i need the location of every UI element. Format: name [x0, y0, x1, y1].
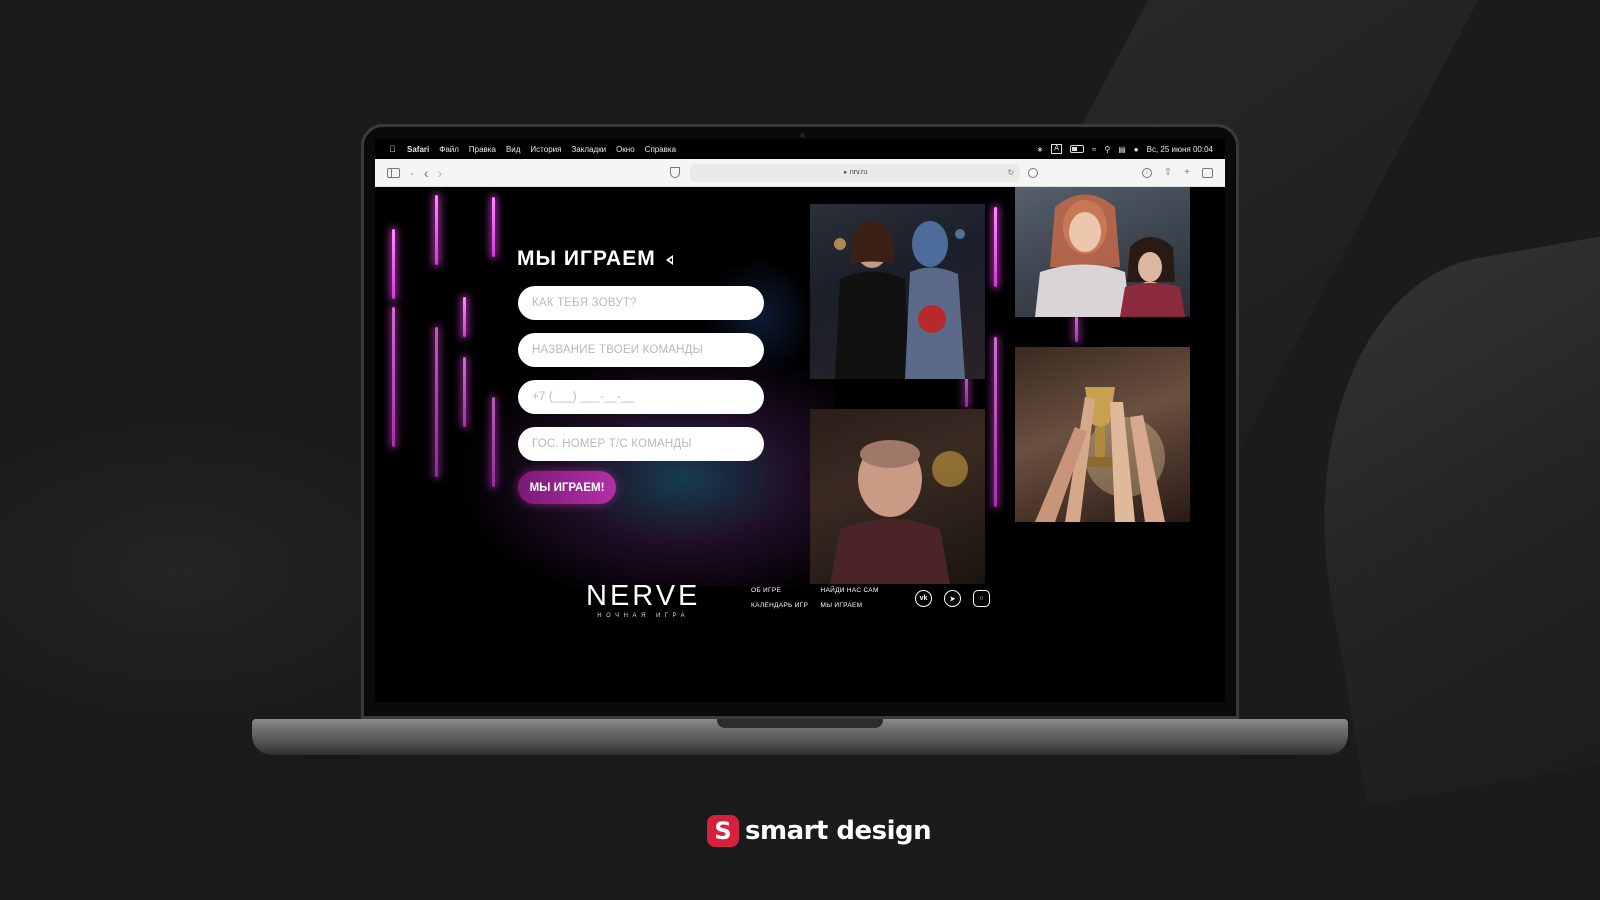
lock-icon: ●	[843, 169, 847, 176]
control-center-icon[interactable]: ▤	[1118, 145, 1126, 154]
bluetooth-icon[interactable]: ∗	[1037, 145, 1044, 154]
wifi-icon[interactable]: ≈	[1092, 145, 1096, 154]
neon-line	[965, 377, 968, 407]
vk-icon[interactable]: vk	[915, 590, 932, 607]
photo-smiling-man	[810, 409, 985, 584]
share-icon[interactable]: ⇧	[1164, 167, 1172, 178]
smart-design-icon: S	[707, 815, 739, 847]
instagram-icon[interactable]: ○	[973, 590, 990, 607]
laptop-base	[252, 719, 1348, 759]
chevron-down-icon[interactable]: ⌄	[409, 169, 415, 177]
neon-line	[994, 337, 997, 507]
photo-costume-players	[810, 204, 985, 379]
neon-line	[435, 327, 438, 477]
laptop-lid:  Safari Файл Правка Вид История Закладк…	[361, 124, 1239, 719]
logo-wordmark: NERVE	[586, 580, 701, 612]
neon-line	[492, 397, 495, 487]
brand-name: smart design	[745, 816, 932, 846]
menu-help[interactable]: Справка	[645, 145, 676, 154]
neon-line	[463, 357, 466, 427]
footer-link-about[interactable]: ОБ ИГРЕ	[751, 587, 810, 594]
menu-app-safari[interactable]: Safari	[407, 145, 429, 154]
telegram-icon[interactable]: ➤	[944, 590, 961, 607]
laptop-foot	[1238, 755, 1298, 759]
photo-trophy	[1015, 347, 1190, 522]
neon-line	[492, 197, 495, 257]
privacy-shield-icon[interactable]	[670, 167, 681, 178]
neon-line	[994, 207, 997, 287]
input-source-indicator[interactable]: A	[1051, 144, 1062, 154]
footer-link-find-us[interactable]: НАЙДИ НАС САМ	[820, 587, 881, 594]
siri-icon[interactable]: ●	[1134, 145, 1139, 154]
form-title-text: МЫ ИГРАЕМ	[517, 247, 656, 270]
menu-history[interactable]: История	[530, 145, 561, 154]
back-button[interactable]: ‹	[424, 166, 429, 180]
laptop-foot	[302, 755, 362, 759]
logo-tagline: НОЧНАЯ ИГРА	[597, 613, 690, 619]
menu-view[interactable]: Вид	[506, 145, 520, 154]
laptop-hinge-notch	[717, 719, 883, 728]
safari-toolbar: ⌄ ‹ › ● nrv.ru ↻ ↓ ⇧ +	[375, 159, 1225, 187]
nerve-logo[interactable]: NERVE НОЧНАЯ ИГРА	[586, 581, 700, 619]
neon-line	[1075, 317, 1078, 342]
macos-menubar:  Safari Файл Правка Вид История Закладк…	[375, 139, 1225, 159]
form-title: МЫ ИГРАЕМ	[517, 247, 673, 271]
reload-icon[interactable]: ↻	[1008, 168, 1015, 177]
website-content: МЫ ИГРАЕМ МЫ ИГРАЕМ!	[375, 187, 1225, 687]
menu-edit[interactable]: Правка	[469, 145, 496, 154]
neon-line	[392, 307, 395, 447]
battery-icon[interactable]	[1069, 145, 1084, 153]
neon-line	[463, 297, 466, 337]
brand-logo: S smart design	[707, 815, 932, 847]
forward-button[interactable]: ›	[438, 166, 443, 180]
history-clock-icon[interactable]	[1028, 167, 1039, 178]
social-links: vk ➤ ○	[915, 590, 990, 607]
neon-line	[392, 229, 395, 299]
footer-link-calendar[interactable]: КАЛЕНДАРЬ ИГР	[751, 602, 810, 609]
photo-laughing-girls	[1015, 187, 1190, 317]
sidebar-toggle-icon[interactable]	[387, 167, 400, 178]
menu-window[interactable]: Окно	[616, 145, 635, 154]
download-icon[interactable]: ↓	[1141, 167, 1152, 178]
camera	[800, 133, 805, 138]
footer-nav: ОБ ИГРЕ НАЙДИ НАС САМ КАЛЕНДАРЬ ИГР МЫ И…	[751, 587, 881, 609]
menu-file[interactable]: Файл	[439, 145, 459, 154]
phone-input[interactable]	[518, 380, 764, 414]
menu-bookmarks[interactable]: Закладки	[571, 145, 606, 154]
name-input[interactable]	[518, 286, 764, 320]
team-name-input[interactable]	[518, 333, 764, 367]
footer-link-we-play[interactable]: МЫ ИГРАЕМ	[820, 602, 881, 609]
neon-line	[435, 195, 438, 265]
menubar-datetime[interactable]: Вс, 25 июня 00:04	[1147, 145, 1213, 154]
submit-button[interactable]: МЫ ИГРАЕМ!	[518, 471, 616, 504]
apple-icon[interactable]: 	[389, 144, 399, 154]
triangle-left-icon	[665, 254, 673, 265]
plate-number-input[interactable]	[518, 427, 764, 461]
tab-overview-icon[interactable]	[1202, 167, 1213, 178]
search-icon[interactable]: ⚲	[1104, 145, 1110, 154]
address-bar[interactable]: ● nrv.ru ↻	[690, 163, 1021, 182]
menubar-status-area: ∗ A ≈ ⚲ ▤ ● Вс, 25 июня 00:04	[1037, 144, 1213, 154]
new-tab-icon[interactable]: +	[1184, 167, 1190, 178]
laptop-screen:  Safari Файл Правка Вид История Закладк…	[375, 139, 1225, 702]
address-url: nrv.ru	[849, 169, 868, 176]
